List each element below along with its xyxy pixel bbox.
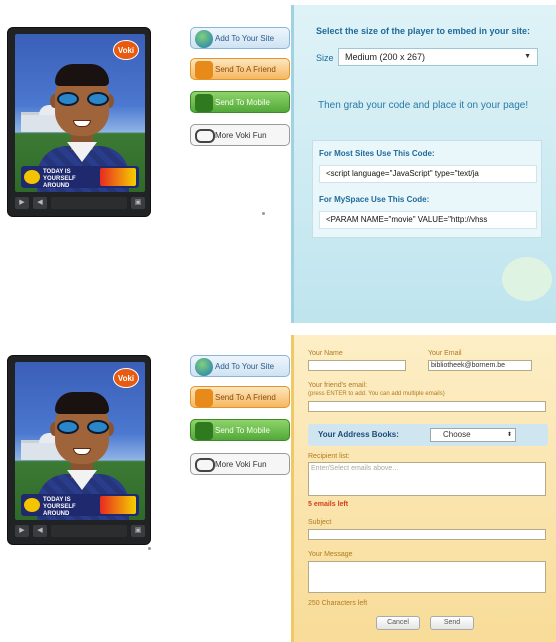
progress-track[interactable] bbox=[51, 525, 127, 537]
envelope-icon bbox=[195, 389, 213, 407]
characters-left-counter: 250 Characters left bbox=[308, 600, 368, 607]
your-email-input[interactable]: bibliotheek@bornem.be bbox=[428, 360, 532, 371]
banner-text: Today is yourself around bbox=[43, 169, 76, 188]
add-to-site-button[interactable]: Add To Your Site bbox=[190, 27, 290, 49]
more-voki-fun-label: More Voki Fun bbox=[215, 460, 267, 469]
banner-art bbox=[100, 496, 136, 514]
play-icon[interactable]: ▶ bbox=[15, 197, 29, 209]
friends-email-input[interactable] bbox=[308, 401, 546, 412]
size-select-value: Medium (200 x 267) bbox=[345, 52, 426, 62]
glasses-lens-right bbox=[87, 92, 109, 106]
your-email-label: Your Email bbox=[428, 350, 462, 357]
chevron-updown-icon: ⬍ bbox=[506, 432, 512, 438]
avatar-glasses bbox=[55, 420, 111, 434]
address-books-row: Your Address Books: Choose ⬍ bbox=[308, 424, 548, 446]
envelope-icon bbox=[195, 61, 213, 79]
send-to-mobile-button[interactable]: Send To Mobile bbox=[190, 419, 290, 441]
code-box: For Most Sites Use This Code: <script la… bbox=[312, 140, 542, 238]
send-to-mobile-button[interactable]: Send To Mobile bbox=[190, 91, 290, 113]
avatar-glasses bbox=[55, 92, 111, 106]
emails-left-counter: 5 emails left bbox=[308, 501, 349, 508]
send-to-friend-button[interactable]: Send To A Friend bbox=[190, 58, 290, 80]
glasses-lens-right bbox=[87, 420, 109, 434]
decorative-dot bbox=[148, 547, 151, 550]
send-to-friend-button[interactable]: Send To A Friend bbox=[190, 386, 290, 408]
send-button[interactable]: Send bbox=[430, 616, 474, 630]
embed-panel: Select the size of the player to embed i… bbox=[291, 5, 556, 323]
mobile-icon bbox=[195, 422, 213, 440]
decorative-dot bbox=[262, 212, 265, 215]
send-to-friend-label: Send To A Friend bbox=[215, 65, 276, 74]
friends-email-hint: (press ENTER to add. You can add multipl… bbox=[308, 391, 445, 397]
volume-icon[interactable]: ◀ bbox=[33, 525, 47, 537]
recipient-list-box[interactable]: Enter/Select emails above... bbox=[308, 462, 546, 496]
voki-player: Voki Today is yourself around ▶ ◀ ▣ bbox=[7, 27, 151, 217]
more-voki-fun-button[interactable]: More Voki Fun bbox=[190, 453, 290, 475]
player-controls: ▶ ◀ ▣ bbox=[15, 197, 145, 211]
address-books-value: Choose bbox=[443, 430, 471, 439]
gamepad-icon bbox=[195, 129, 215, 143]
address-books-label: Your Address Books: bbox=[318, 430, 399, 439]
most-sites-code-field[interactable]: <script language="JavaScript" type="text… bbox=[319, 165, 537, 183]
message-label: Your Message bbox=[308, 551, 353, 558]
size-select[interactable]: Medium (200 x 267) ▼ bbox=[338, 48, 538, 66]
voki-player: Voki Today is yourself around ▶ ◀ ▣ bbox=[7, 355, 151, 545]
globe-icon bbox=[195, 358, 213, 376]
send-to-mobile-label: Send To Mobile bbox=[215, 98, 270, 107]
play-icon[interactable]: ▶ bbox=[15, 525, 29, 537]
more-voki-fun-button[interactable]: More Voki Fun bbox=[190, 124, 290, 146]
size-label: Size bbox=[316, 53, 334, 63]
embed-title: Select the size of the player to embed i… bbox=[316, 26, 531, 36]
voki-badge: Voki bbox=[113, 368, 139, 388]
gamepad-icon bbox=[195, 458, 215, 472]
grab-code-instruction: Then grab your code and place it on your… bbox=[318, 100, 529, 111]
mobile-icon bbox=[195, 94, 213, 112]
message-textarea[interactable] bbox=[308, 561, 546, 593]
send-to-mobile-label: Send To Mobile bbox=[215, 426, 270, 435]
most-sites-heading: For Most Sites Use This Code: bbox=[319, 149, 435, 158]
menu-icon[interactable]: ▣ bbox=[131, 525, 145, 537]
recipient-list-placeholder: Enter/Select emails above... bbox=[311, 465, 399, 472]
more-voki-fun-label: More Voki Fun bbox=[215, 131, 267, 140]
progress-track[interactable] bbox=[51, 197, 127, 209]
banner-text: Today is yourself around bbox=[43, 497, 76, 516]
address-books-select[interactable]: Choose ⬍ bbox=[430, 428, 516, 442]
avatar-scene: Voki Today is yourself around bbox=[15, 34, 145, 192]
menu-icon[interactable]: ▣ bbox=[131, 197, 145, 209]
ad-banner[interactable]: Today is yourself around bbox=[21, 494, 139, 516]
volume-icon[interactable]: ◀ bbox=[33, 197, 47, 209]
friends-email-label: Your friend's email: bbox=[308, 382, 368, 389]
banner-logo-icon bbox=[24, 498, 40, 512]
globe-icon bbox=[195, 30, 213, 48]
add-to-site-button[interactable]: Add To Your Site bbox=[190, 355, 290, 377]
send-to-friend-label: Send To A Friend bbox=[215, 393, 276, 402]
add-to-site-label: Add To Your Site bbox=[215, 362, 275, 371]
banner-art bbox=[100, 168, 136, 186]
banner-logo-icon bbox=[24, 170, 40, 184]
decorative-bubble bbox=[502, 257, 552, 301]
avatar-hair bbox=[55, 64, 109, 86]
recipient-list-label: Recipient list: bbox=[308, 453, 350, 460]
myspace-heading: For MySpace Use This Code: bbox=[319, 195, 430, 204]
voki-badge: Voki bbox=[113, 40, 139, 60]
subject-input[interactable] bbox=[308, 529, 546, 540]
glasses-lens-left bbox=[57, 92, 79, 106]
send-to-friend-panel: Your Name Your Email bibliotheek@bornem.… bbox=[291, 335, 556, 642]
add-to-site-label: Add To Your Site bbox=[215, 34, 275, 43]
glasses-lens-left bbox=[57, 420, 79, 434]
your-name-label: Your Name bbox=[308, 350, 343, 357]
cancel-button[interactable]: Cancel bbox=[376, 616, 420, 630]
ad-banner[interactable]: Today is yourself around bbox=[21, 166, 139, 188]
subject-label: Subject bbox=[308, 519, 332, 526]
chevron-down-icon: ▼ bbox=[524, 53, 531, 60]
myspace-code-field[interactable]: <PARAM NAME="movie" VALUE="http://vhss bbox=[319, 211, 537, 229]
avatar-scene: Voki Today is yourself around bbox=[15, 362, 145, 520]
your-name-input[interactable] bbox=[308, 360, 406, 371]
player-controls: ▶ ◀ ▣ bbox=[15, 525, 145, 539]
avatar-hair bbox=[55, 392, 109, 414]
